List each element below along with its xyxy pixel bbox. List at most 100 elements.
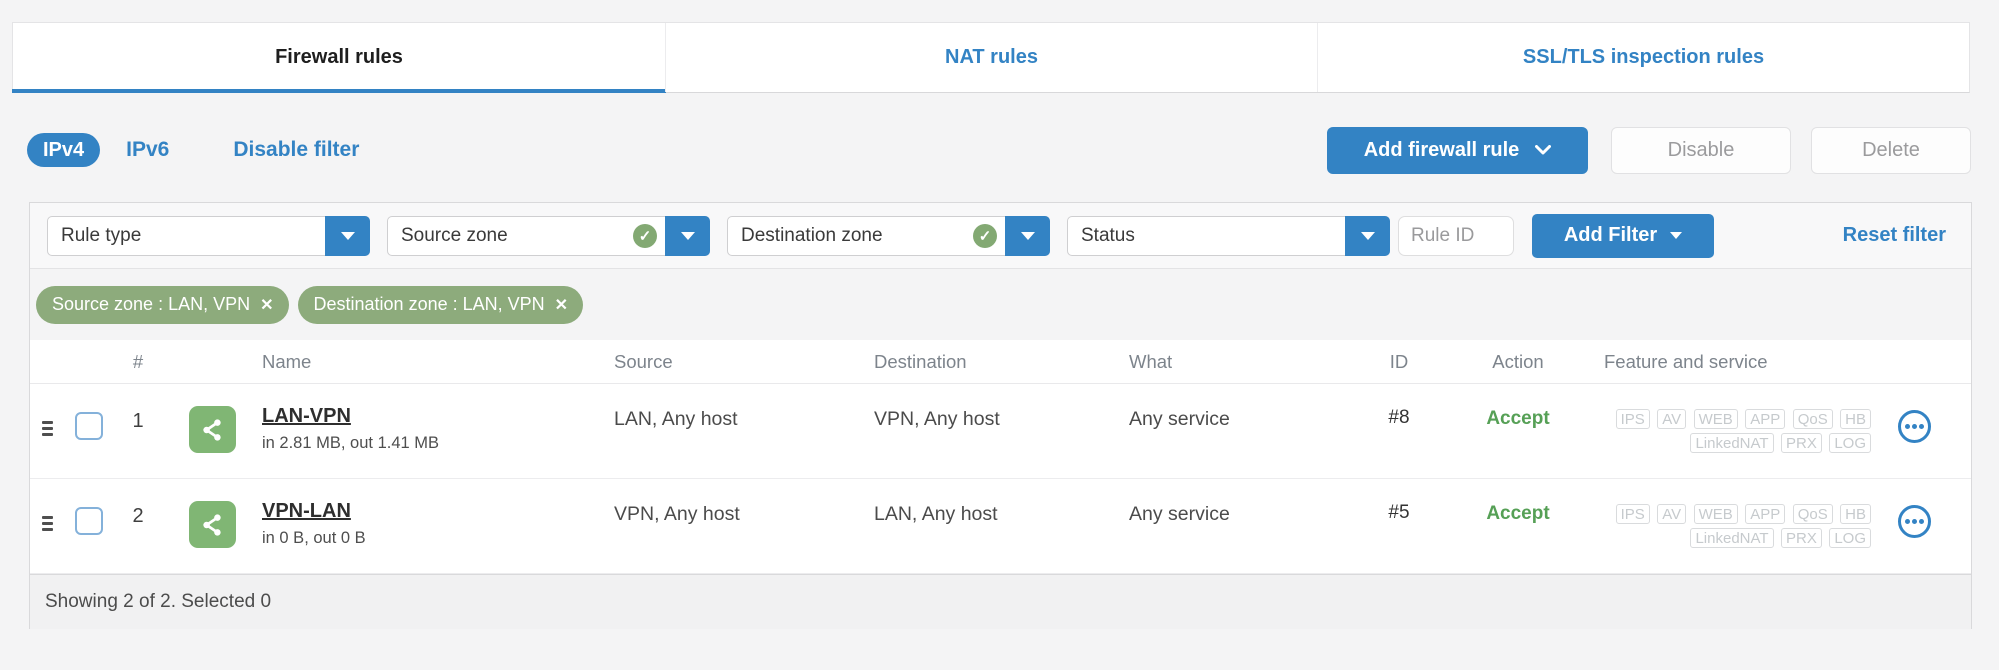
remove-chip-icon[interactable]: ✕: [555, 295, 568, 315]
share-icon: [203, 513, 221, 536]
drag-handle[interactable]: [30, 384, 64, 478]
disable-button[interactable]: Disable: [1611, 126, 1791, 174]
header-action: Action: [1492, 350, 1544, 372]
chip-destination-zone[interactable]: Destination zone : LAN, VPN ✕: [297, 285, 584, 324]
row-end-spacer: [1950, 384, 1971, 478]
filter-applied-check-icon: ✓: [633, 223, 657, 248]
feature-badge: LOG: [1829, 433, 1871, 453]
cell-what: Any service: [1129, 408, 1230, 430]
active-filter-chips: Source zone : LAN, VPN ✕ Destination zon…: [30, 269, 1971, 340]
status-dropdown-button[interactable]: [1345, 215, 1390, 256]
cell-source: VPN, Any host: [614, 503, 740, 525]
row-number: 1: [132, 410, 144, 432]
feature-badge: WEB: [1693, 504, 1738, 524]
caret-down-icon: [1360, 231, 1375, 240]
table-header-row: # Name Source Destination What ID Action…: [30, 340, 1971, 384]
feature-badges-line1: IPS AV WEB APP QoS HB: [1604, 409, 1871, 430]
filter-applied-check-icon: ✓: [973, 223, 997, 248]
remove-chip-icon[interactable]: ✕: [260, 295, 273, 315]
reset-filter-link[interactable]: Reset filter: [1843, 224, 1958, 247]
share-icon: [203, 418, 221, 441]
feature-badge: IPS: [1615, 504, 1650, 524]
rule-id-input[interactable]: [1398, 215, 1514, 256]
feature-badge: LOG: [1829, 528, 1871, 548]
rule-traffic: in 2.81 MB, out 1.41 MB: [262, 434, 440, 452]
destination-zone-dropdown-button[interactable]: [1005, 215, 1050, 256]
cell-features: IPS AV WEB APP QoS HB LinkedNAT PRX LOG: [1598, 384, 1878, 478]
rule-type-select[interactable]: Rule type: [47, 215, 370, 256]
feature-badge: PRX: [1781, 528, 1822, 548]
ipv6-toggle[interactable]: IPv6: [126, 138, 169, 162]
tab-firewall-rules[interactable]: Firewall rules: [12, 23, 666, 93]
caret-down-icon: [340, 231, 355, 240]
cell-features: IPS AV WEB APP QoS HB LinkedNAT PRX LOG: [1598, 479, 1878, 573]
cell-rule-id: #8: [1388, 407, 1410, 428]
rules-tabbar: Firewall rules NAT rules SSL/TLS inspect…: [12, 22, 1970, 93]
network-rule-icon[interactable]: [188, 406, 236, 453]
header-id: ID: [1389, 350, 1409, 372]
cell-destination: VPN, Any host: [874, 408, 1000, 430]
feature-badge: PRX: [1781, 433, 1822, 453]
cell-action: Accept: [1486, 408, 1550, 429]
status-select[interactable]: Status: [1067, 215, 1390, 256]
tab-nat-rules[interactable]: NAT rules: [665, 23, 1317, 92]
drag-handle[interactable]: [30, 479, 64, 573]
feature-badge: QoS: [1792, 504, 1833, 524]
delete-button[interactable]: Delete: [1811, 126, 1971, 174]
filter-bar: Rule type Source zone ✓ Destination zone…: [30, 203, 1971, 269]
ellipsis-icon: [1904, 424, 1910, 429]
ipv4-toggle[interactable]: IPv4: [27, 133, 101, 167]
cell-source: LAN, Any host: [614, 408, 738, 430]
row-number: 2: [132, 505, 144, 527]
table-row: 1 LAN-VPN in 2.81 MB, out 1.41 MB LAN, A…: [30, 384, 1971, 479]
row-menu-button[interactable]: [1897, 505, 1931, 538]
rule-name-link[interactable]: VPN-LAN: [262, 500, 351, 523]
row-checkbox[interactable]: [75, 507, 103, 535]
rule-type-dropdown-button[interactable]: [325, 215, 370, 256]
cell-destination: LAN, Any host: [874, 503, 998, 525]
header-num: #: [132, 350, 144, 372]
rule-type-select-label: Rule type: [61, 224, 142, 246]
feature-badge: LinkedNAT: [1690, 528, 1774, 548]
feature-badge: APP: [1745, 504, 1786, 524]
disable-filter-link[interactable]: Disable filter: [233, 138, 359, 162]
row-menu-button[interactable]: [1897, 410, 1931, 443]
feature-badge: LinkedNAT: [1690, 433, 1774, 453]
feature-badges-line2: LinkedNAT PRX LOG: [1604, 528, 1871, 549]
rule-traffic: in 0 B, out 0 B: [262, 529, 366, 547]
feature-badge: QoS: [1792, 409, 1833, 429]
header-source: Source: [614, 350, 673, 372]
add-firewall-rule-label: Add firewall rule: [1363, 138, 1520, 161]
header-name: Name: [262, 350, 312, 372]
add-filter-label: Add Filter: [1563, 224, 1658, 246]
row-checkbox[interactable]: [75, 412, 103, 440]
feature-badges-line1: IPS AV WEB APP QoS HB: [1604, 504, 1871, 525]
rule-name-link[interactable]: LAN-VPN: [262, 405, 351, 428]
chip-label: Destination zone : LAN, VPN: [313, 294, 545, 314]
add-filter-button[interactable]: Add Filter: [1532, 213, 1714, 258]
destination-zone-select[interactable]: Destination zone ✓: [727, 215, 1050, 256]
cell-action: Accept: [1486, 503, 1550, 524]
tab-ssl-tls-inspection-rules[interactable]: SSL/TLS inspection rules: [1317, 23, 1969, 92]
toolbar: IPv4 IPv6 Disable filter Add firewall ru…: [27, 126, 1971, 174]
add-firewall-rule-button[interactable]: Add firewall rule: [1327, 126, 1588, 174]
chip-label: Source zone : LAN, VPN: [52, 294, 251, 314]
feature-badge: HB: [1840, 504, 1871, 524]
source-zone-select[interactable]: Source zone ✓: [387, 215, 710, 256]
feature-badge: AV: [1657, 409, 1687, 429]
chevron-down-icon: [1535, 145, 1552, 155]
cell-what: Any service: [1129, 503, 1230, 525]
caret-down-icon: [680, 231, 695, 240]
chip-source-zone[interactable]: Source zone : LAN, VPN ✕: [36, 285, 289, 324]
table-row: 2 VPN-LAN in 0 B, out 0 B VPN, Any host …: [30, 479, 1971, 574]
cell-rule-id: #5: [1388, 502, 1410, 523]
source-zone-select-label: Source zone: [401, 224, 508, 246]
source-zone-dropdown-button[interactable]: [665, 215, 710, 256]
feature-badge: AV: [1657, 504, 1687, 524]
header-feature-and-service: Feature and service: [1604, 350, 1768, 372]
network-rule-icon[interactable]: [188, 501, 236, 548]
firewall-rules-panel: Rule type Source zone ✓ Destination zone…: [29, 202, 1972, 629]
feature-badge: HB: [1840, 409, 1871, 429]
table-footer: Showing 2 of 2. Selected 0: [30, 574, 1971, 629]
caret-down-icon: [1670, 232, 1683, 239]
